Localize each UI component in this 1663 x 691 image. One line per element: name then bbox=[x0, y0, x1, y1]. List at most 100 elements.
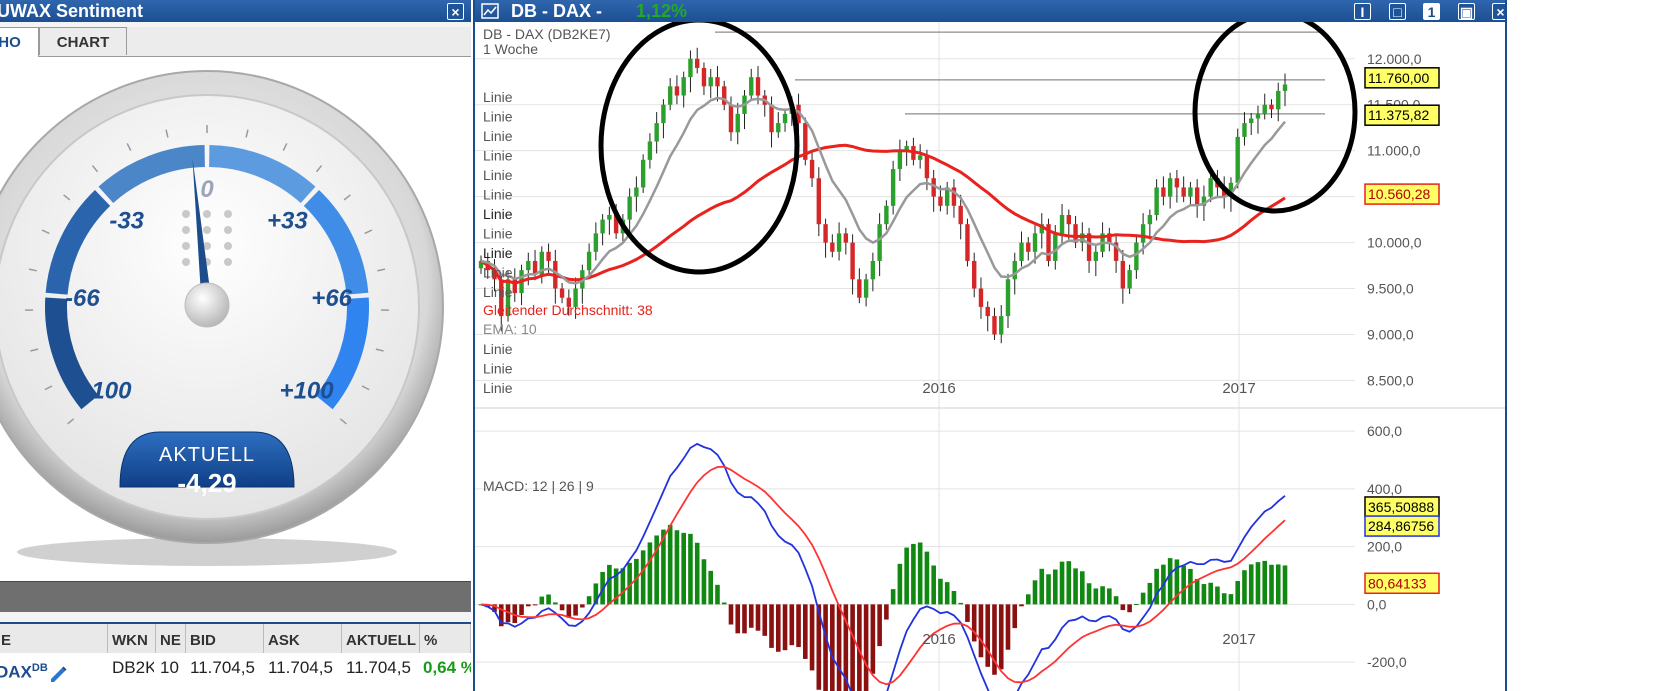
macd-bar bbox=[958, 602, 963, 605]
candle-body bbox=[999, 316, 1004, 335]
macd-bar bbox=[640, 550, 646, 605]
macd-bar bbox=[573, 604, 578, 616]
macd-bar bbox=[728, 604, 734, 625]
candle-body bbox=[1026, 242, 1031, 252]
macd-bar bbox=[519, 604, 524, 616]
macd-bar bbox=[1093, 588, 1099, 605]
column-header-aktuell[interactable]: AKTUELL bbox=[342, 624, 420, 654]
tab-chart[interactable]: CHART bbox=[39, 27, 127, 55]
candle-body bbox=[1188, 187, 1193, 197]
price-tag-label: 11.760,00 bbox=[1368, 70, 1429, 86]
candle-body bbox=[1134, 242, 1139, 271]
column-header-name[interactable]: E bbox=[0, 624, 108, 654]
close-icon[interactable]: × bbox=[447, 3, 464, 20]
legend-item: Linie bbox=[483, 167, 513, 183]
macd-bar bbox=[782, 604, 788, 651]
pencil-icon[interactable] bbox=[48, 659, 68, 689]
candle-body bbox=[607, 215, 612, 220]
candle-body bbox=[1269, 104, 1274, 110]
price-levels bbox=[715, 31, 1325, 115]
macd-bar bbox=[607, 564, 612, 605]
macd-bar bbox=[775, 604, 781, 652]
legend-item: Linie bbox=[483, 361, 513, 377]
table-row[interactable]: DAXDB DB2KI 10 11.704,5 11.704,5 11.704,… bbox=[0, 653, 471, 691]
column-header-ask[interactable]: ASK bbox=[264, 624, 342, 654]
macd-tag-label: 80,64133 bbox=[1368, 575, 1427, 591]
restore-icon[interactable]: ▣ bbox=[1458, 3, 1475, 20]
macd-bar bbox=[1235, 581, 1241, 605]
splitter-bar[interactable] bbox=[0, 581, 471, 612]
macd-bar bbox=[1188, 568, 1193, 605]
tab-bar: HO CHART bbox=[0, 27, 471, 57]
candle-body bbox=[1019, 242, 1024, 261]
macd-bar bbox=[1052, 569, 1058, 605]
macd-bar bbox=[890, 589, 896, 605]
legend-item: Linie bbox=[483, 128, 513, 144]
macd-bar bbox=[1242, 570, 1247, 605]
current-label: AKTUELL bbox=[159, 444, 255, 466]
candle-body bbox=[1242, 123, 1247, 137]
chart-canvas[interactable]: 8.500,09.000,09.500,010.000,011.000,011.… bbox=[475, 22, 1505, 691]
macd-bar bbox=[735, 604, 741, 634]
candle-body bbox=[654, 123, 659, 142]
macd-bar bbox=[1120, 604, 1126, 611]
candle-body bbox=[708, 77, 713, 87]
candle-body bbox=[674, 86, 680, 96]
chart-icon bbox=[481, 3, 499, 19]
macd-bar bbox=[1282, 565, 1288, 605]
candle-body bbox=[559, 288, 565, 298]
macd-bar bbox=[803, 604, 808, 659]
candle-body bbox=[809, 159, 815, 179]
price-tag-label: 10.560,28 bbox=[1368, 186, 1430, 202]
macd-bar bbox=[1066, 561, 1072, 605]
column-header-wkn[interactable]: WKN bbox=[108, 624, 156, 654]
column-header-bid[interactable]: BID bbox=[186, 624, 264, 654]
tab-tacho[interactable]: HO bbox=[0, 27, 39, 57]
candle-body bbox=[1120, 260, 1126, 289]
candle-body bbox=[843, 233, 849, 243]
x-axis-label: 2017 bbox=[1222, 380, 1255, 397]
column-header-ne[interactable]: NE bbox=[156, 624, 186, 654]
macd-bar bbox=[938, 578, 943, 605]
chart-title-bar[interactable]: DB - DAX - 1,12% I □ 1 ▣ × bbox=[475, 0, 1505, 22]
window-icon[interactable]: □ bbox=[1389, 3, 1406, 20]
empty-area bbox=[1507, 0, 1663, 691]
gauge-label: +66 bbox=[311, 285, 352, 312]
macd-axis-label: -200,0 bbox=[1367, 654, 1407, 670]
candle-body bbox=[1032, 233, 1038, 252]
row-name-sup: DB bbox=[31, 662, 48, 674]
candle-body bbox=[850, 242, 855, 280]
layout-one-icon[interactable]: 1 bbox=[1423, 3, 1440, 20]
column-header-pct[interactable]: % bbox=[420, 624, 471, 654]
macd-tag-label: 365,50888 bbox=[1368, 499, 1434, 515]
macd-bar bbox=[762, 604, 768, 636]
macd-bar bbox=[1012, 604, 1018, 629]
macd-bar bbox=[688, 533, 693, 605]
macd-bar bbox=[580, 604, 585, 608]
macd-axis-label: 600,0 bbox=[1367, 423, 1402, 439]
candle-body bbox=[870, 260, 876, 280]
sentiment-title-bar[interactable]: UWAX Sentiment × bbox=[0, 0, 471, 22]
candle-body bbox=[701, 67, 707, 87]
candle-body bbox=[890, 169, 896, 206]
row-ask: 11.704,5 bbox=[268, 658, 333, 677]
macd-bar bbox=[944, 582, 950, 605]
row-name[interactable]: DAXDB bbox=[0, 653, 48, 683]
macd-bar bbox=[1127, 604, 1132, 613]
macd-bar bbox=[830, 604, 835, 691]
price-axis-label: 9.500,0 bbox=[1367, 281, 1414, 297]
row-name-text: DAX bbox=[0, 662, 32, 682]
macd-bar bbox=[553, 602, 558, 605]
macd-bar bbox=[1221, 593, 1227, 605]
x-axis-label: 2017 bbox=[1222, 631, 1255, 648]
candle-body bbox=[877, 224, 882, 261]
info-icon[interactable]: I bbox=[1354, 3, 1371, 20]
macd-bar bbox=[836, 604, 842, 691]
macd-bar bbox=[742, 604, 747, 634]
current-value: -4,29 bbox=[177, 468, 236, 498]
macd-bar bbox=[1059, 561, 1065, 605]
macd-bar bbox=[1134, 604, 1139, 606]
candle-body bbox=[728, 104, 734, 133]
legend-item: Linie bbox=[483, 187, 513, 203]
close-icon[interactable]: × bbox=[1492, 3, 1505, 20]
